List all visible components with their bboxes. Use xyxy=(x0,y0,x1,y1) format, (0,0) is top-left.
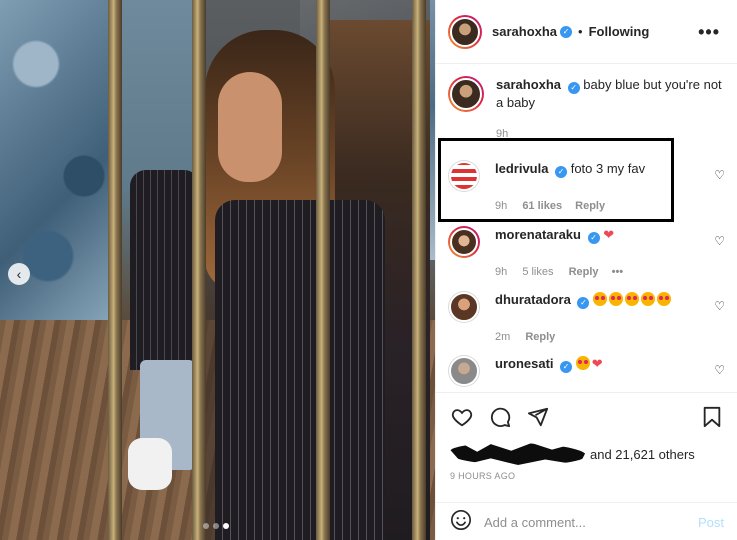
post-caption: sarahoxha ✓ baby blue but you're not a b… xyxy=(448,76,728,140)
carousel-prev-button[interactable]: ‹ xyxy=(8,263,30,285)
carousel-dot xyxy=(203,523,209,529)
author-username[interactable]: sarahoxha xyxy=(492,24,557,39)
comment-username[interactable]: dhuratadora xyxy=(495,292,571,307)
likes-summary: and 21,621 others xyxy=(450,443,695,465)
separator-dot: • xyxy=(578,24,583,39)
verified-icon: ✓ xyxy=(567,82,580,94)
share-icon[interactable] xyxy=(526,405,550,429)
likes-count[interactable]: and 21,621 others xyxy=(590,447,695,462)
post-time: 9 HOURS AGO xyxy=(450,471,516,481)
comment-username[interactable]: morenataraku xyxy=(495,227,581,242)
comment-item: morenataraku ✓ ❤ 9h 5 likes Reply ••• ♡ xyxy=(448,226,733,278)
comment-input[interactable]: Add a comment... xyxy=(484,515,698,530)
reply-button[interactable]: Reply xyxy=(525,331,555,343)
post-button[interactable]: Post xyxy=(698,515,724,530)
reply-button[interactable]: Reply xyxy=(569,266,599,278)
add-comment-bar: Add a comment... Post xyxy=(436,502,737,540)
post-header: sarahoxha ✓ • Following ••• xyxy=(436,0,737,64)
comment-time: 9h xyxy=(495,266,508,278)
comment-heart-icon[interactable]: ♡ xyxy=(714,363,725,377)
photo-jacket xyxy=(215,200,385,540)
photo-reflection-jacket xyxy=(130,170,200,370)
avatar[interactable] xyxy=(448,14,482,49)
comment-item: uronesati ✓ ❤ ♡ xyxy=(448,355,733,387)
carousel-dot-active xyxy=(223,523,229,529)
avatar[interactable] xyxy=(448,291,480,323)
comment-username[interactable]: uronesati xyxy=(495,356,554,371)
comment-heart-icon[interactable]: ♡ xyxy=(714,299,725,313)
verified-icon: ✓ xyxy=(577,297,590,309)
comment-icon[interactable] xyxy=(488,405,512,429)
caption-username[interactable]: sarahoxha xyxy=(496,77,561,92)
verified-icon: ✓ xyxy=(560,25,573,38)
avatar[interactable] xyxy=(448,76,484,112)
comment-heart-icon[interactable]: ♡ xyxy=(714,168,725,182)
photo-shoe xyxy=(128,438,172,490)
highlight-box xyxy=(438,138,674,222)
comment-meta: 2m Reply xyxy=(495,331,733,343)
mirror-frame xyxy=(192,0,206,540)
post-actions: and 21,621 others 9 HOURS AGO Add a comm… xyxy=(436,392,737,540)
redacted-username xyxy=(450,443,586,465)
post-side-panel: sarahoxha ✓ • Following ••• sarahoxha ✓ … xyxy=(435,0,737,540)
verified-icon: ✓ xyxy=(587,232,600,244)
photo-face xyxy=(218,72,282,182)
more-icon[interactable]: ••• xyxy=(612,266,624,278)
bookmark-icon[interactable] xyxy=(700,405,724,429)
chevron-left-icon: ‹ xyxy=(16,266,22,282)
comment-time: 2m xyxy=(495,331,511,343)
avatar[interactable] xyxy=(448,226,480,258)
verified-icon: ✓ xyxy=(560,361,573,373)
carousel-dot xyxy=(213,523,219,529)
emoji-icon[interactable] xyxy=(450,509,472,536)
comment-likes[interactable]: 5 likes xyxy=(522,266,553,278)
reaction-emoji: ❤ xyxy=(575,356,603,371)
avatar[interactable] xyxy=(448,355,480,387)
mirror-frame xyxy=(316,0,330,540)
heart-eyes-emoji xyxy=(593,292,673,307)
heart-icon[interactable] xyxy=(450,405,474,429)
carousel-dots xyxy=(203,523,229,529)
more-icon[interactable]: ••• xyxy=(698,22,720,43)
comment-item: dhuratadora ✓ 2m Reply ♡ xyxy=(448,291,733,343)
comment-heart-icon[interactable]: ♡ xyxy=(714,234,725,248)
post-photo[interactable]: ‹ xyxy=(0,0,435,540)
mirror-frame xyxy=(412,0,426,540)
mirror-frame xyxy=(108,0,122,540)
red-heart-emoji: ❤ xyxy=(603,227,615,242)
comment-meta: 9h 5 likes Reply ••• xyxy=(495,266,733,278)
following-button[interactable]: Following xyxy=(589,24,650,39)
